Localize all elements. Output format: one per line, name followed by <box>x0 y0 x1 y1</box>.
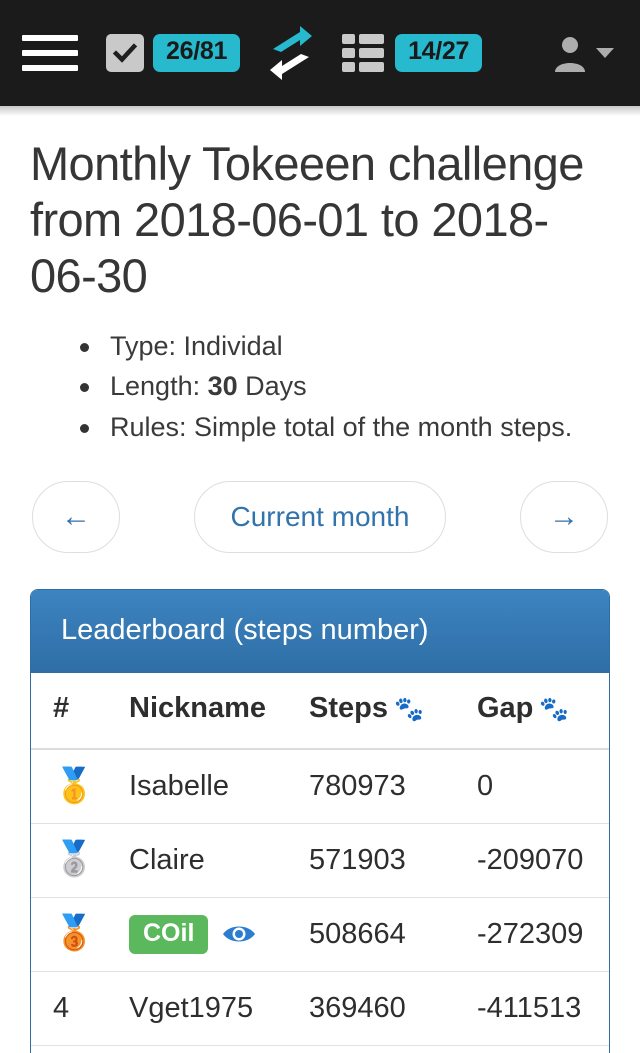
grid-cell <box>342 62 356 72</box>
month-navigation: ← Current month → <box>30 481 610 554</box>
list-item-type: Type: Individal <box>34 326 610 367</box>
info-strong: 30 <box>207 371 238 402</box>
rank-cell: 🥉 <box>31 896 123 972</box>
grid-cell <box>359 34 385 44</box>
column-header-nickname[interactable]: Nickname <box>123 673 303 751</box>
challenge-info-list: Type: Individal Length: 30 Days Rules: S… <box>34 326 610 448</box>
table-row[interactable]: 🥇 Isabelle 780973 0 <box>31 749 609 823</box>
gap-cell: 0 <box>477 770 494 803</box>
table-row[interactable]: 🥉 COil 508664 -272309 <box>31 896 609 972</box>
team-badge[interactable]: COil <box>129 914 209 954</box>
rank-cell: 🥇 <box>31 749 123 823</box>
page-content: Monthly Tokeeen challenge from 2018-06-0… <box>0 106 640 1053</box>
steps-cell <box>303 1044 471 1053</box>
steps-cell: 508664 <box>303 896 471 972</box>
info-text: Type: Individal <box>110 330 283 361</box>
grid-list-icon[interactable] <box>342 34 386 72</box>
gap-cell: -411513 <box>471 970 609 1046</box>
list-counter-group: 14/27 <box>342 34 483 72</box>
nickname-cell: Claire <box>123 822 303 898</box>
paw-print-icon: 🐾 <box>539 696 569 724</box>
list-count-badge[interactable]: 14/27 <box>395 34 483 72</box>
info-text: Length: <box>110 371 208 402</box>
top-navbar: 26/81 14/27 <box>0 0 640 116</box>
table-head: # Nickname Steps 🐾 Gap 🐾 <box>31 673 609 751</box>
leaderboard-panel: Leaderboard (steps number) # Nickname St… <box>30 589 610 1053</box>
steps-cell: 780973 <box>309 770 406 803</box>
silver-medal-icon: 🥈 <box>53 840 96 879</box>
steps-cell: 369460 <box>303 970 471 1046</box>
column-label: Nickname <box>129 692 267 725</box>
gap-cell <box>471 1044 609 1053</box>
column-header-rank[interactable]: # <box>31 673 123 751</box>
grid-cell <box>342 48 356 58</box>
previous-month-button[interactable]: ← <box>32 481 120 554</box>
leaderboard-heading: Leaderboard (steps number) <box>31 590 609 674</box>
column-label: Steps <box>309 692 388 725</box>
hamburger-bar <box>22 65 78 71</box>
table-row-partial[interactable] <box>31 1044 609 1053</box>
checkin-count-badge[interactable]: 26/81 <box>153 34 241 72</box>
checkbox-checked-icon[interactable] <box>106 34 144 72</box>
table-body: 🥇 Isabelle 780973 0 🥈 Claire 571903 -209… <box>31 749 609 1053</box>
paw-print-icon: 🐾 <box>393 696 424 724</box>
column-label: # <box>53 692 70 725</box>
rank-cell: 4 <box>31 970 123 1046</box>
nickname-cell: COil <box>123 896 303 972</box>
grid-cell <box>359 48 385 58</box>
info-suffix: Days <box>237 371 307 402</box>
list-item-rules: Rules: Simple total of the month steps. <box>34 407 610 448</box>
eye-view-icon[interactable] <box>222 922 256 946</box>
gap-cell: -272309 <box>471 896 609 972</box>
column-header-gap[interactable]: Gap 🐾 <box>471 673 609 751</box>
sync-arrows-logo[interactable] <box>260 22 322 84</box>
column-header-steps[interactable]: Steps 🐾 <box>303 673 471 751</box>
next-month-button[interactable]: → <box>520 481 608 554</box>
hamburger-menu-icon[interactable] <box>22 31 78 75</box>
page-title: Monthly Tokeeen challenge from 2018-06-0… <box>30 137 584 302</box>
checkin-counter-group: 26/81 <box>106 34 241 72</box>
hamburger-bar <box>22 35 78 41</box>
nickname-cell <box>123 1044 303 1053</box>
rank-cell: 🥈 <box>31 822 123 898</box>
gold-medal-icon: 🥇 <box>53 766 96 805</box>
steps-cell: 571903 <box>303 822 471 898</box>
rank-cell <box>31 1044 123 1053</box>
info-text: Rules: Simple total of the month steps. <box>110 411 573 442</box>
user-menu-button[interactable] <box>551 34 618 72</box>
nickname-cell: Vget1975 <box>123 970 303 1046</box>
grid-cell <box>359 62 385 72</box>
hamburger-bar <box>22 50 78 56</box>
gap-cell: -209070 <box>471 822 609 898</box>
chevron-down-icon <box>596 48 614 58</box>
table-header-row: # Nickname Steps 🐾 Gap 🐾 <box>31 673 609 751</box>
current-month-button[interactable]: Current month <box>193 481 447 554</box>
table-row[interactable]: 4 Vget1975 369460 -411513 <box>31 970 609 1046</box>
leaderboard-table: # Nickname Steps 🐾 Gap 🐾 🥇 Isabelle 780973… <box>31 673 609 1053</box>
column-label: Gap <box>477 692 534 725</box>
grid-cell <box>342 34 356 44</box>
nickname-badge-group: COil <box>129 914 297 954</box>
bronze-medal-icon: 🥉 <box>53 914 96 953</box>
nickname-cell: Isabelle <box>129 770 229 803</box>
table-row[interactable]: 🥈 Claire 571903 -209070 <box>31 822 609 898</box>
list-item-length: Length: 30 Days <box>34 366 610 407</box>
user-avatar-icon <box>555 37 585 72</box>
